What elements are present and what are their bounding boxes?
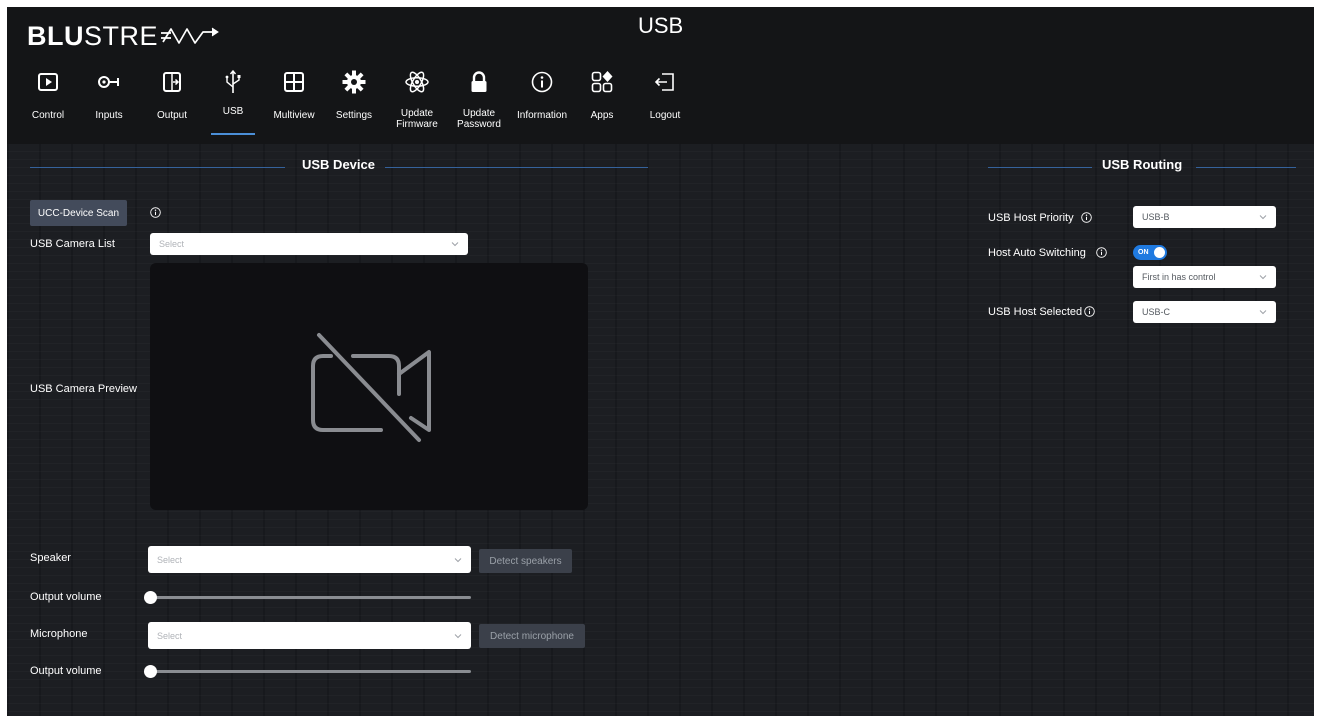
info-icon (531, 71, 553, 93)
nav-item-usb[interactable]: USB (211, 69, 255, 141)
usb-camera-preview (150, 263, 588, 510)
host-auto-switching-mode-select[interactable]: First in has control (1133, 266, 1276, 288)
usb-device-section-header: USB Device (30, 157, 648, 177)
chevron-down-icon (451, 242, 459, 247)
detect-speakers-button[interactable]: Detect speakers (479, 549, 572, 573)
app-window: BLU STRE USB Control Inputs Output USB M… (7, 7, 1314, 716)
usb-icon (225, 69, 241, 93)
output-volume-label: Output volume (30, 591, 102, 603)
nav-item-information[interactable]: Information (511, 69, 573, 141)
detect-microphone-button[interactable]: Detect microphone (479, 624, 585, 648)
nav-item-settings[interactable]: Settings (330, 69, 378, 141)
speaker-value: Select (157, 554, 183, 565)
nav-label-control: Control (31, 110, 65, 121)
chevron-down-icon (1259, 215, 1267, 220)
chevron-down-icon (1259, 310, 1267, 315)
nav-item-update-password[interactable]: Update Password (454, 69, 504, 141)
camera-list-value: Select (159, 239, 185, 249)
logo-text-bold: BLU (27, 20, 84, 51)
nav-label-apps: Apps (590, 110, 614, 121)
atom-icon (405, 71, 429, 93)
usb-host-priority-select[interactable]: USB-B (1133, 206, 1276, 228)
logout-icon (654, 73, 674, 91)
info-icon[interactable] (1096, 247, 1107, 258)
section-divider-left (30, 167, 285, 168)
nav-label-multiview: Multiview (273, 110, 315, 121)
usb-host-selected-select[interactable]: USB-C (1133, 301, 1276, 323)
host-selected-value: USB-C (1142, 307, 1171, 317)
host-auto-switching-label: Host Auto Switching (988, 247, 1086, 259)
nav-item-output[interactable]: Output (144, 69, 200, 141)
chevron-down-icon (454, 633, 462, 638)
usb-device-title: USB Device (302, 157, 375, 172)
speaker-volume-slider[interactable] (150, 596, 471, 599)
nav-label-output: Output (156, 110, 188, 121)
microphone-label: Microphone (30, 628, 88, 640)
logo-wave-arrow-icon (161, 27, 219, 44)
output-arrow-icon (163, 72, 181, 92)
camera-off-icon (311, 333, 431, 442)
speaker-label: Speaker (30, 552, 71, 564)
microphone-volume-slider[interactable] (150, 670, 471, 673)
nav-item-control[interactable]: Control (20, 69, 76, 141)
usb-host-selected-label: USB Host Selected (988, 306, 1083, 318)
nav-item-update-firmware[interactable]: Update Firmware (392, 69, 442, 141)
nav-item-apps[interactable]: Apps (579, 69, 625, 141)
info-icon[interactable] (1081, 212, 1092, 223)
nav-label-logout: Logout (649, 110, 681, 121)
info-icon[interactable] (150, 207, 161, 218)
host-priority-value: USB-B (1142, 212, 1170, 222)
usb-camera-list-select[interactable]: Select (150, 233, 468, 255)
speaker-volume-knob[interactable] (144, 591, 157, 604)
speaker-select[interactable]: Select (148, 546, 471, 573)
nav-item-inputs[interactable]: Inputs (81, 69, 137, 141)
microphone-volume-knob[interactable] (144, 665, 157, 678)
usb-routing-title: USB Routing (1102, 157, 1183, 172)
active-tab-underline (211, 133, 255, 135)
toggle-state-text: ON (1138, 249, 1149, 256)
usb-host-priority-label: USB Host Priority (988, 212, 1074, 224)
nav-label-update-firmware: Update Firmware (396, 108, 438, 130)
usb-camera-list-label: USB Camera List (30, 238, 115, 250)
lock-icon (471, 71, 487, 92)
nav-item-logout[interactable]: Logout (640, 69, 690, 141)
microphone-value: Select (157, 630, 183, 641)
nav-label-usb: USB (222, 106, 244, 117)
section-divider-left (988, 167, 1092, 168)
microphone-select[interactable]: Select (148, 622, 471, 649)
chevron-down-icon (454, 557, 462, 562)
blustream-logo: BLU STRE (27, 18, 222, 54)
header-bar: BLU STRE USB Control Inputs Output USB M… (7, 7, 1314, 144)
chevron-down-icon (1259, 275, 1267, 280)
toggle-knob (1154, 247, 1165, 258)
ucc-device-scan-button[interactable]: UCC-Device Scan (30, 200, 127, 226)
usb-routing-section-header: USB Routing (988, 157, 1296, 177)
logo-text-thin: STRE (84, 20, 159, 51)
nav-label-inputs: Inputs (95, 110, 123, 121)
section-divider-right (1196, 167, 1296, 168)
info-icon[interactable] (1084, 306, 1095, 317)
nav-label-settings: Settings (335, 110, 373, 121)
gear-icon (342, 70, 366, 94)
play-screen-icon (38, 73, 58, 91)
page-title: USB (638, 13, 684, 38)
usb-camera-preview-label: USB Camera Preview (30, 383, 137, 395)
output-volume-label-2: Output volume (30, 665, 102, 677)
apps-icon (591, 71, 613, 93)
section-divider-right (385, 167, 648, 168)
input-plug-icon (98, 76, 119, 88)
auto-switching-mode-value: First in has control (1142, 272, 1216, 282)
grid-icon (284, 72, 304, 92)
nav-item-multiview[interactable]: Multiview (269, 69, 319, 141)
host-auto-switching-toggle[interactable]: ON (1133, 245, 1167, 260)
nav-label-update-password: Update Password (457, 108, 501, 130)
nav-label-information: Information (516, 110, 568, 121)
